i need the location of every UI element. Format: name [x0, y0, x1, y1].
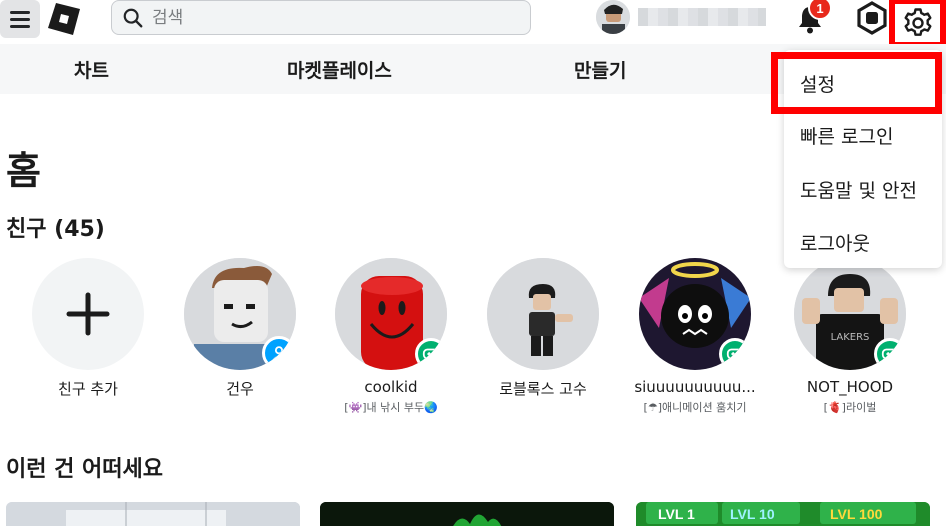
menu-item-quick-login[interactable]: 빠른 로그인 — [800, 122, 893, 149]
username-blurred — [638, 8, 766, 26]
in-game-status-icon — [415, 338, 447, 370]
roblox-logo-icon[interactable] — [47, 2, 81, 36]
friend-game-link[interactable]: [🫀]라이벌 — [770, 399, 930, 415]
level-label: LVL 100 — [830, 506, 883, 522]
menu-item-help-safety[interactable]: 도움말 및 안전 — [800, 176, 917, 203]
recommendations-heading: 이런 건 어떠세요 — [6, 457, 163, 482]
add-friend-tile[interactable]: 친구 추가 — [8, 258, 168, 399]
friend-avatar[interactable] — [487, 258, 599, 370]
friend-tile[interactable]: 건우 — [160, 258, 320, 399]
game-card[interactable] — [6, 502, 300, 526]
roblox-home-page: 1 차트 마켓플레이스 만들기 홈 친구 (45) — [0, 0, 946, 526]
search-bar[interactable] — [111, 0, 531, 35]
friend-tile[interactable]: LAKERS NOT_HOOD [🫀]라이벌 — [770, 258, 930, 415]
add-friend-button[interactable] — [32, 258, 144, 370]
nav-create[interactable]: 만들기 — [574, 56, 626, 83]
friend-name: siuuuuuuuuuu... — [634, 378, 756, 396]
friend-name: NOT_HOOD — [806, 378, 894, 396]
top-bar: 1 — [0, 0, 946, 48]
plus-icon — [66, 292, 110, 336]
in-game-status-icon — [874, 338, 906, 370]
friends-heading[interactable]: 친구 (45) — [6, 211, 105, 243]
nav-marketplace[interactable]: 마켓플레이스 — [287, 56, 392, 83]
friend-game-link[interactable]: [👾]내 낚시 부두🌏 — [311, 399, 471, 415]
friend-tile[interactable]: siuuuuuuuuuu... [☂]애니메이션 훔치기 — [615, 258, 775, 415]
gear-icon — [904, 8, 931, 36]
nav-charts[interactable]: 차트 — [74, 56, 109, 83]
friend-avatar[interactable]: LAKERS — [794, 258, 906, 370]
game-card[interactable] — [320, 502, 614, 526]
menu-button[interactable] — [0, 0, 40, 38]
friend-avatar[interactable] — [184, 258, 296, 370]
friend-avatar[interactable] — [335, 258, 447, 370]
settings-button[interactable] — [889, 0, 946, 48]
level-label: LVL 1 — [658, 506, 695, 522]
level-label: LVL 10 — [730, 506, 775, 522]
settings-highlight-box — [771, 52, 942, 114]
svg-text:LAKERS: LAKERS — [831, 332, 870, 343]
page-title: 홈 — [6, 149, 41, 193]
user-avatar[interactable] — [596, 0, 630, 34]
friend-tile[interactable]: coolkid [👾]내 낚시 부두🌏 — [311, 258, 471, 415]
friend-game-link[interactable]: [☂]애니메이션 훔치기 — [615, 399, 775, 415]
hamburger-icon — [10, 10, 30, 14]
online-status-icon — [262, 336, 296, 370]
in-game-status-icon — [719, 338, 751, 370]
search-input[interactable] — [152, 7, 512, 28]
add-friend-label: 친구 추가 — [58, 380, 118, 398]
friend-name: 로블록스 고수 — [499, 380, 587, 398]
notification-count-badge: 1 — [808, 0, 832, 20]
friend-name: coolkid — [364, 378, 418, 396]
friend-tile[interactable]: 로블록스 고수 — [463, 258, 623, 399]
game-card[interactable]: LVL 1 LVL 10 LVL 100 — [636, 502, 930, 526]
friend-avatar[interactable] — [639, 258, 751, 370]
robux-icon[interactable] — [855, 1, 889, 35]
menu-item-logout[interactable]: 로그아웃 — [800, 229, 870, 256]
search-icon — [123, 8, 143, 27]
friend-name: 건우 — [226, 380, 254, 398]
